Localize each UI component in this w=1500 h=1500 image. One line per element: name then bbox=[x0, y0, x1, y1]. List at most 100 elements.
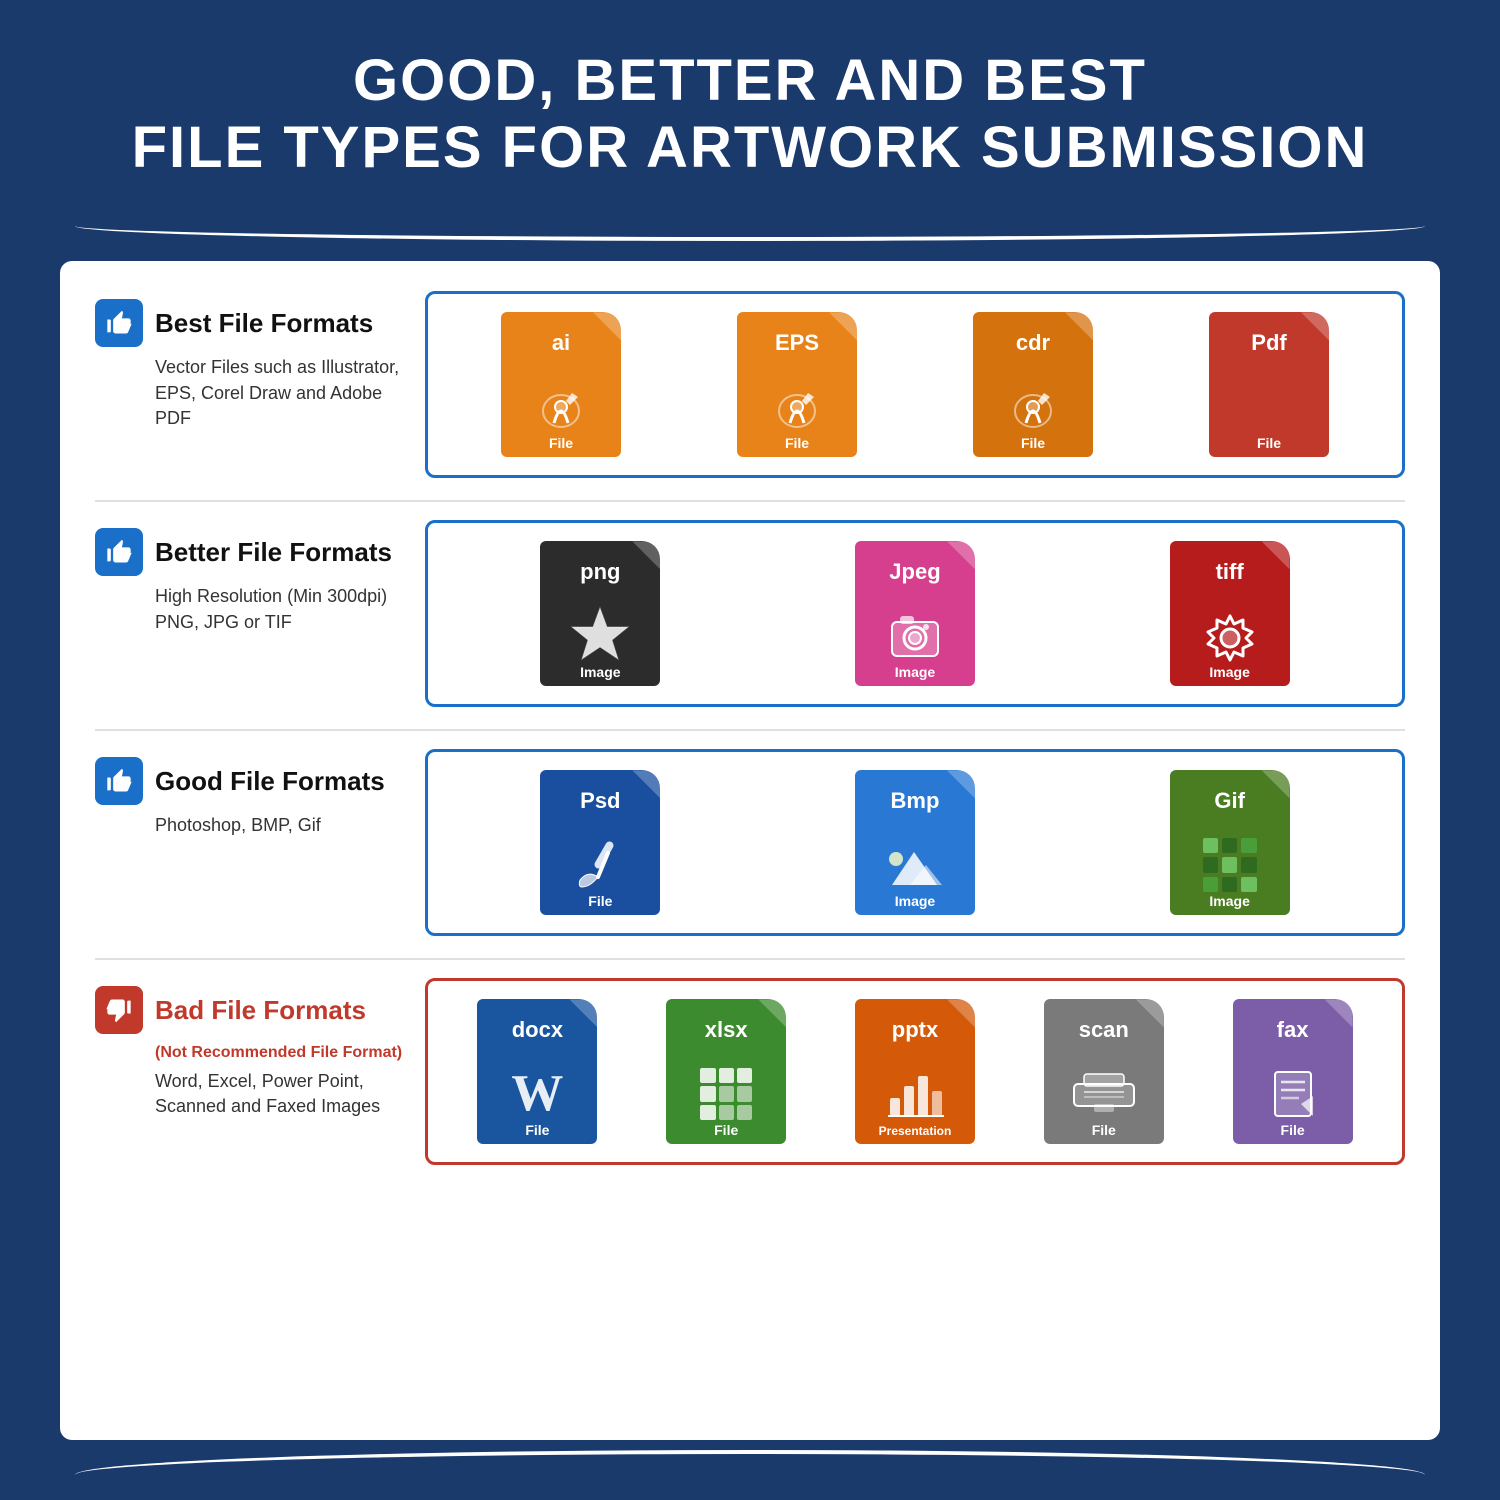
scan-svg bbox=[1069, 1066, 1139, 1121]
ai-pen-svg bbox=[534, 379, 589, 434]
docx-ext: docx bbox=[512, 1017, 563, 1043]
better-label: Better File Formats High Resolution (Min… bbox=[95, 520, 425, 707]
file-icon-cdr: cdr File bbox=[968, 312, 1098, 457]
png-file-shape: png Image bbox=[540, 541, 660, 686]
bad-title-row: Bad File Formats bbox=[95, 986, 366, 1034]
better-thumbs-up-svg bbox=[105, 538, 133, 566]
pdf-file-shape: Pdf File bbox=[1209, 312, 1329, 457]
fax-label: File bbox=[1281, 1122, 1305, 1138]
pptx-file-shape: pptx Presentation bbox=[855, 999, 975, 1144]
pdf-label: File bbox=[1257, 435, 1281, 451]
cdr-pen-svg bbox=[1006, 379, 1061, 434]
png-label: Image bbox=[580, 664, 620, 680]
best-title-row: Best File Formats bbox=[95, 299, 373, 347]
jpeg-label: Image bbox=[895, 664, 935, 680]
bad-description: Word, Excel, Power Point,Scanned and Fax… bbox=[155, 1069, 380, 1119]
docx-w-icon: W bbox=[511, 1064, 563, 1123]
file-icon-gif: Gif bbox=[1165, 770, 1295, 915]
thumbs-down-svg bbox=[105, 996, 133, 1024]
file-icon-eps: EPS File bbox=[732, 312, 862, 457]
file-icon-scan: scan File bbox=[1039, 999, 1169, 1144]
bad-title: Bad File Formats bbox=[155, 995, 366, 1026]
better-title: Better File Formats bbox=[155, 537, 392, 568]
file-icon-pptx: pptx Presentation bbox=[850, 999, 980, 1144]
thumbs-up-svg bbox=[105, 309, 133, 337]
divider-2 bbox=[95, 729, 1405, 731]
main-title: GOOD, BETTER AND BEST FILE TYPES FOR ART… bbox=[40, 48, 1460, 181]
cdr-label: File bbox=[1021, 435, 1045, 451]
swoosh-bottom-decoration bbox=[75, 1450, 1425, 1500]
gif-grid bbox=[1203, 838, 1257, 892]
scan-label: File bbox=[1092, 1122, 1116, 1138]
better-thumbs-icon bbox=[95, 528, 143, 576]
gif-label: Image bbox=[1209, 893, 1249, 909]
better-files-container: png Image Jpeg bbox=[425, 520, 1405, 707]
psd-brush-svg bbox=[570, 835, 630, 895]
scan-ext: scan bbox=[1079, 1017, 1129, 1043]
ai-file-shape: ai File bbox=[501, 312, 621, 457]
fax-svg bbox=[1263, 1064, 1323, 1124]
good-description: Photoshop, BMP, Gif bbox=[155, 813, 321, 838]
good-label: Good File Formats Photoshop, BMP, Gif bbox=[95, 749, 425, 936]
tiff-label: Image bbox=[1209, 664, 1249, 680]
bmp-label: Image bbox=[895, 893, 935, 909]
scan-file-shape: scan File bbox=[1044, 999, 1164, 1144]
png-ext: png bbox=[580, 559, 620, 585]
ai-ext: ai bbox=[552, 330, 570, 356]
good-title-row: Good File Formats bbox=[95, 757, 385, 805]
gif-file-shape: Gif bbox=[1170, 770, 1290, 915]
best-section-row: Best File Formats Vector Files such as I… bbox=[95, 291, 1405, 478]
swoosh-top-decoration bbox=[75, 211, 1425, 241]
bmp-file-shape: Bmp Image bbox=[855, 770, 975, 915]
bad-thumbs-icon bbox=[95, 986, 143, 1034]
xlsx-file-shape: xlsx bbox=[666, 999, 786, 1144]
png-star-svg bbox=[568, 603, 633, 668]
xlsx-label: File bbox=[714, 1122, 738, 1138]
bmp-mountain-svg bbox=[882, 837, 947, 892]
best-title: Best File Formats bbox=[155, 308, 373, 339]
psd-label: File bbox=[588, 893, 612, 909]
pptx-label: Presentation bbox=[879, 1124, 952, 1138]
xlsx-grid bbox=[700, 1068, 752, 1120]
file-icon-tiff: tiff Image bbox=[1165, 541, 1295, 686]
better-title-row: Better File Formats bbox=[95, 528, 392, 576]
jpeg-ext: Jpeg bbox=[889, 559, 940, 585]
fax-file-shape: fax File bbox=[1233, 999, 1353, 1144]
good-files-container: Psd File Bmp bbox=[425, 749, 1405, 936]
eps-ext: EPS bbox=[775, 330, 819, 356]
docx-file-shape: docx W File bbox=[477, 999, 597, 1144]
psd-file-shape: Psd File bbox=[540, 770, 660, 915]
fax-ext: fax bbox=[1277, 1017, 1309, 1043]
better-description: High Resolution (Min 300dpi)PNG, JPG or … bbox=[155, 584, 387, 634]
bad-subtitle: (Not Recommended File Format) bbox=[155, 1042, 402, 1064]
good-thumbs-up-svg bbox=[105, 767, 133, 795]
bmp-ext: Bmp bbox=[891, 788, 940, 814]
divider-3 bbox=[95, 958, 1405, 960]
eps-pen-svg bbox=[770, 379, 825, 434]
jpeg-file-shape: Jpeg Image bbox=[855, 541, 975, 686]
header: GOOD, BETTER AND BEST FILE TYPES FOR ART… bbox=[0, 0, 1500, 211]
pptx-chart-svg bbox=[885, 1066, 945, 1121]
eps-file-shape: EPS File bbox=[737, 312, 857, 457]
best-label: Best File Formats Vector Files such as I… bbox=[95, 291, 425, 478]
docx-label: File bbox=[525, 1122, 549, 1138]
file-icon-xlsx: xlsx bbox=[661, 999, 791, 1144]
file-icon-ai: ai File bbox=[496, 312, 626, 457]
tiff-file-shape: tiff Image bbox=[1170, 541, 1290, 686]
pptx-ext: pptx bbox=[892, 1017, 938, 1043]
cdr-file-shape: cdr File bbox=[973, 312, 1093, 457]
psd-ext: Psd bbox=[580, 788, 620, 814]
bad-section-row: Bad File Formats (Not Recommended File F… bbox=[95, 978, 1405, 1165]
tiff-gear-svg bbox=[1200, 606, 1260, 666]
xlsx-ext: xlsx bbox=[705, 1017, 748, 1043]
file-icon-docx: docx W File bbox=[472, 999, 602, 1144]
file-icon-pdf: Pdf File bbox=[1204, 312, 1334, 457]
good-section-row: Good File Formats Photoshop, BMP, Gif Ps… bbox=[95, 749, 1405, 936]
file-icon-psd: Psd File bbox=[535, 770, 665, 915]
pdf-doc-lines bbox=[1259, 374, 1279, 440]
content-area: Best File Formats Vector Files such as I… bbox=[60, 261, 1440, 1440]
file-icon-png: png Image bbox=[535, 541, 665, 686]
bad-label: Bad File Formats (Not Recommended File F… bbox=[95, 978, 425, 1165]
file-icon-fax: fax File bbox=[1228, 999, 1358, 1144]
good-title: Good File Formats bbox=[155, 766, 385, 797]
